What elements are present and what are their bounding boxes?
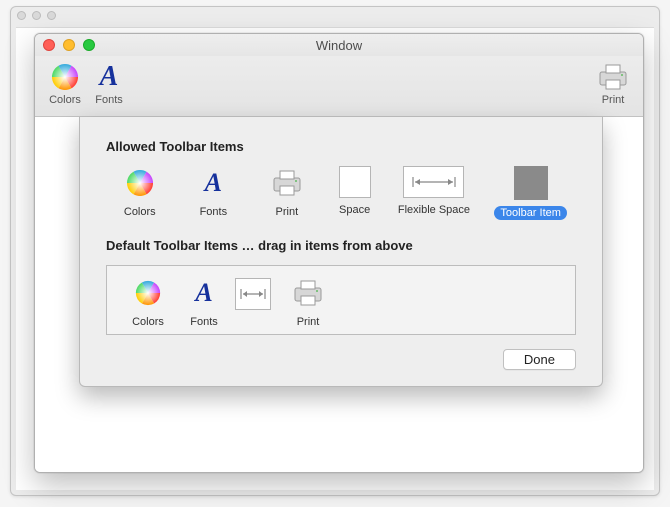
printer-icon (270, 166, 304, 200)
color-wheel-icon (47, 60, 83, 94)
allowed-item-flexible-space[interactable]: Flexible Space (389, 166, 480, 216)
window-toolbar: Colors A Fonts Pr (35, 56, 643, 117)
color-wheel-icon (123, 166, 157, 200)
customize-toolbar-sheet: Allowed Toolbar Items (79, 117, 603, 387)
default-fonts-label: Fonts (190, 316, 218, 328)
printer-icon (595, 60, 631, 94)
allowed-flexible-space-label: Flexible Space (398, 204, 470, 216)
default-item-fonts[interactable]: A Fonts (179, 276, 229, 328)
default-item-colors[interactable]: Colors (117, 276, 179, 328)
designer-window: Window (10, 6, 660, 496)
default-print-label: Print (297, 316, 320, 328)
traffic-dot-inactive (47, 11, 56, 20)
designer-traffic-lights (17, 11, 56, 20)
allowed-item-colors[interactable]: Colors (106, 166, 174, 218)
toolbar-fonts-button[interactable]: A Fonts (91, 60, 127, 106)
default-item-print[interactable]: Print (277, 276, 339, 328)
allowed-colors-label: Colors (124, 206, 156, 218)
designer-canvas: Window (16, 27, 654, 490)
default-flex-label (251, 316, 254, 328)
allowed-item-toolbar-item[interactable]: Toolbar Item (485, 166, 576, 220)
default-items-container[interactable]: Colors A Fonts (106, 265, 576, 335)
window-content: Allowed Toolbar Items (35, 117, 643, 472)
app-window: Window (34, 33, 644, 473)
allowed-items-row: Colors A Fonts (106, 166, 576, 220)
allowed-heading: Allowed Toolbar Items (106, 139, 576, 154)
sheet-buttons: Done (106, 349, 576, 370)
flexible-space-icon (403, 166, 464, 198)
done-button[interactable]: Done (503, 349, 576, 370)
toolbar-fonts-label: Fonts (95, 94, 123, 106)
allowed-print-label: Print (276, 206, 299, 218)
traffic-dot-inactive (17, 11, 26, 20)
close-icon[interactable] (43, 39, 55, 51)
toolbar-print-label: Print (602, 94, 625, 106)
fonts-icon: A (196, 166, 230, 200)
traffic-dot-inactive (32, 11, 41, 20)
traffic-lights (43, 39, 95, 51)
allowed-space-label: Space (339, 204, 370, 216)
zoom-icon[interactable] (83, 39, 95, 51)
toolbar-print-button[interactable]: Print (595, 60, 631, 106)
minimize-icon[interactable] (63, 39, 75, 51)
default-item-flexible-space[interactable] (229, 278, 277, 328)
allowed-item-space[interactable]: Space (327, 166, 383, 216)
default-colors-label: Colors (132, 316, 164, 328)
designer-titlebar (11, 7, 659, 27)
default-heading: Default Toolbar Items … drag in items fr… (106, 238, 576, 253)
fonts-icon: A (187, 276, 221, 310)
flexible-space-icon (235, 278, 271, 310)
allowed-item-print[interactable]: Print (253, 166, 321, 218)
allowed-fonts-label: Fonts (200, 206, 228, 218)
toolbar-colors-button[interactable]: Colors (47, 60, 83, 106)
app-titlebar[interactable]: Window (35, 34, 643, 56)
placeholder-icon (514, 166, 548, 200)
allowed-toolbar-item-label: Toolbar Item (494, 206, 567, 220)
color-wheel-icon (131, 276, 165, 310)
window-title: Window (316, 38, 362, 53)
toolbar-colors-label: Colors (49, 94, 81, 106)
printer-icon (291, 276, 325, 310)
allowed-item-fonts[interactable]: A Fonts (180, 166, 248, 218)
space-icon (339, 166, 371, 198)
fonts-icon: A (91, 60, 127, 94)
